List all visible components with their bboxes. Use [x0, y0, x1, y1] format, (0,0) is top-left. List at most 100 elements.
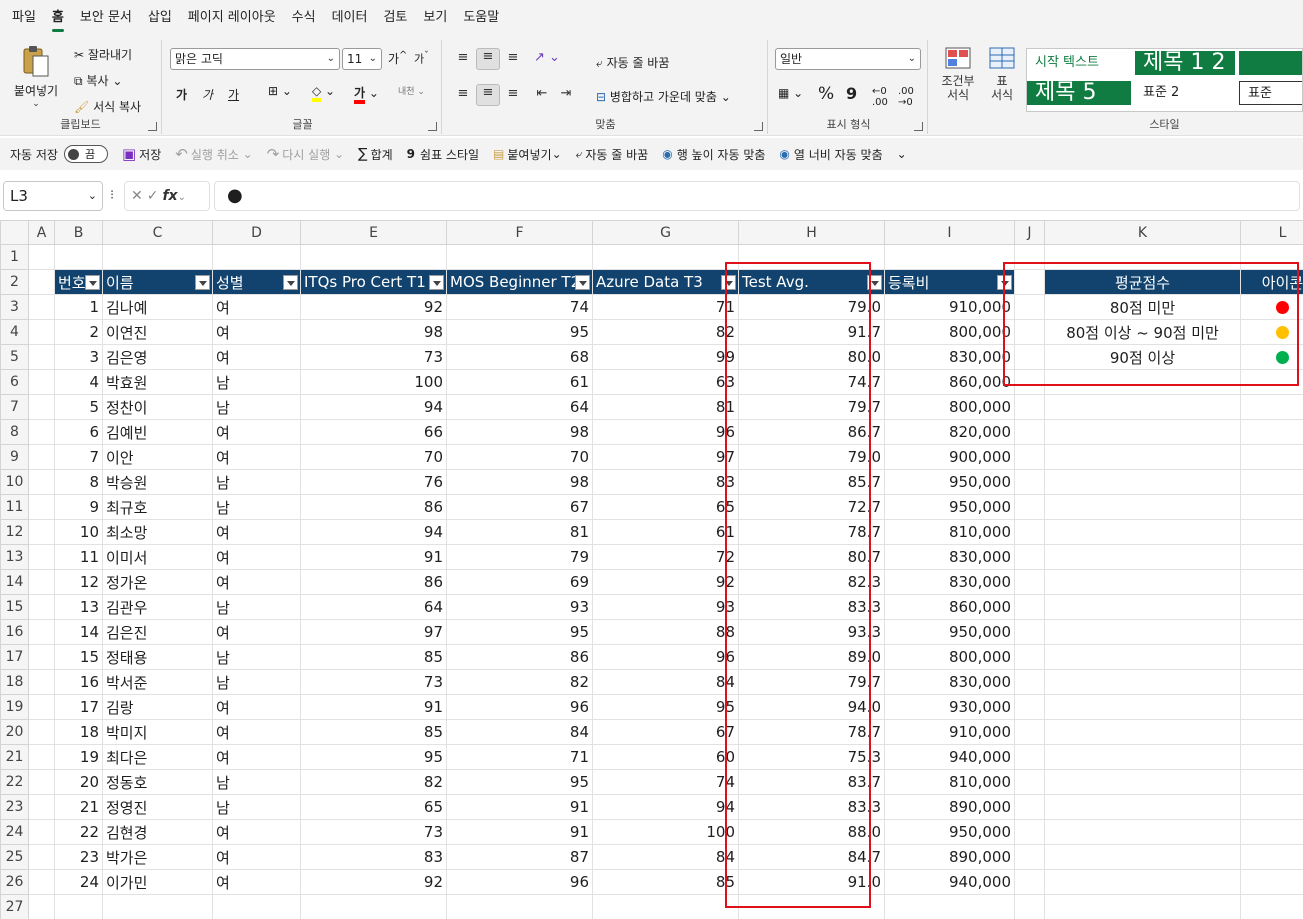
table-cell[interactable]: 김랑 [102, 694, 213, 720]
filter-dropdown-icon[interactable] [85, 275, 100, 290]
cell-J[interactable] [1014, 894, 1045, 919]
table-cell[interactable]: 이연진 [102, 319, 213, 345]
cell-L[interactable] [1240, 394, 1303, 420]
style-normal[interactable]: 표준 [1239, 81, 1302, 105]
cell-K[interactable] [1044, 444, 1241, 470]
save-button[interactable]: ▣ 저장 [122, 145, 161, 163]
table-cell[interactable]: 86 [300, 569, 447, 595]
cell-A[interactable] [28, 669, 55, 695]
legend-score-label[interactable]: 90점 이상 [1044, 344, 1241, 370]
table-cell[interactable]: 22 [54, 819, 103, 845]
cell-K[interactable] [1044, 369, 1241, 395]
table-cell[interactable]: 83 [300, 844, 447, 870]
table-cell[interactable]: 94 [300, 394, 447, 420]
table-cell[interactable]: 박승원 [102, 469, 213, 495]
table-cell[interactable]: 남 [212, 469, 301, 495]
table-cell[interactable]: 3 [54, 344, 103, 370]
row-header[interactable]: 1 [0, 244, 29, 270]
table-cell[interactable]: 8 [54, 469, 103, 495]
filter-dropdown-icon[interactable] [575, 275, 590, 290]
cell-L[interactable] [1240, 794, 1303, 820]
table-cell[interactable]: 김나예 [102, 294, 213, 320]
cell[interactable] [54, 244, 103, 270]
cell-A[interactable] [28, 244, 55, 270]
row-header[interactable]: 27 [0, 894, 29, 919]
autosum-button[interactable]: ∑ 합계 [358, 146, 393, 163]
table-header-cell[interactable]: 이름 [102, 269, 213, 295]
comma-style-button[interactable]: 9 쉼표 스타일 [407, 146, 479, 163]
menu-item-9[interactable]: 도움말 [455, 0, 507, 36]
row-header[interactable]: 15 [0, 594, 29, 620]
table-cell[interactable]: 890,000 [884, 794, 1015, 820]
table-cell[interactable]: 85 [300, 719, 447, 745]
style-heading-5[interactable]: 제목 5 [1027, 81, 1131, 105]
table-cell[interactable]: 남 [212, 769, 301, 795]
cell-K[interactable] [1044, 844, 1241, 870]
table-cell[interactable]: 이미서 [102, 544, 213, 570]
row-header[interactable]: 2 [0, 269, 29, 295]
table-cell[interactable]: 69 [446, 569, 593, 595]
table-cell[interactable]: 79.7 [738, 394, 885, 420]
format-painter-button[interactable]: 🖌 서식 복사 [74, 98, 141, 115]
table-cell[interactable]: 남 [212, 669, 301, 695]
cell-A[interactable] [28, 619, 55, 645]
table-cell[interactable]: 82 [300, 769, 447, 795]
cell-A[interactable] [28, 594, 55, 620]
table-cell[interactable]: 정가온 [102, 569, 213, 595]
row-header[interactable]: 26 [0, 869, 29, 895]
table-cell[interactable]: 9 [54, 494, 103, 520]
cell-K[interactable] [1044, 419, 1241, 445]
grow-font-button[interactable]: 가^ [388, 50, 407, 67]
table-cell[interactable]: 이가민 [102, 869, 213, 895]
legend-header-icon[interactable]: 아이콘 [1240, 269, 1303, 295]
table-cell[interactable]: 남 [212, 394, 301, 420]
table-header-cell[interactable]: 번호 [54, 269, 103, 295]
cell-A[interactable] [28, 569, 55, 595]
cell[interactable] [300, 894, 447, 919]
legend-icon-cell[interactable] [1240, 319, 1303, 345]
table-cell[interactable]: 60 [592, 744, 739, 770]
table-cell[interactable]: 83.3 [738, 594, 885, 620]
align-center-icon[interactable]: ≡ [476, 84, 500, 106]
row-header[interactable]: 7 [0, 394, 29, 420]
row-header[interactable]: 6 [0, 369, 29, 395]
table-header-cell[interactable]: ITQs Pro Cert T1 [300, 269, 447, 295]
cell-A[interactable] [28, 869, 55, 895]
cell-L[interactable] [1240, 869, 1303, 895]
table-cell[interactable]: 최규호 [102, 494, 213, 520]
undo-button[interactable]: ↶ 실행 취소 ⌄ [175, 145, 252, 163]
cell-K[interactable] [1044, 719, 1241, 745]
autosave-toggle[interactable]: 자동 저장 끔 [10, 145, 108, 163]
table-cell[interactable]: 여 [212, 444, 301, 470]
table-cell[interactable]: 79.7 [738, 669, 885, 695]
legend-icon-cell[interactable] [1240, 344, 1303, 370]
cell-A[interactable] [28, 769, 55, 795]
table-cell[interactable]: 97 [592, 444, 739, 470]
table-cell[interactable]: 65 [300, 794, 447, 820]
table-cell[interactable]: 86 [446, 644, 593, 670]
cell-J[interactable] [1014, 819, 1045, 845]
conditional-format-button[interactable]: 조건부 서식 [936, 46, 980, 102]
table-cell[interactable]: 남 [212, 594, 301, 620]
table-cell[interactable]: 김관우 [102, 594, 213, 620]
cell-L[interactable] [1240, 469, 1303, 495]
cell-L[interactable] [1240, 669, 1303, 695]
cell-A[interactable] [28, 644, 55, 670]
table-cell[interactable]: 79 [446, 544, 593, 570]
table-cell[interactable]: 18 [54, 719, 103, 745]
column-header-H[interactable]: H [738, 220, 885, 245]
style-green-fill[interactable] [1239, 51, 1302, 75]
style-heading-12[interactable]: 제목 1 2 [1135, 51, 1235, 75]
table-cell[interactable]: 김은진 [102, 619, 213, 645]
row-header[interactable]: 23 [0, 794, 29, 820]
table-cell[interactable]: 85.7 [738, 469, 885, 495]
decrease-decimal-icon[interactable]: .00 →0 [898, 86, 914, 108]
table-cell[interactable]: 95 [446, 319, 593, 345]
table-header-cell[interactable]: Test Avg. [738, 269, 885, 295]
insert-function-icon[interactable]: fx [162, 188, 177, 204]
number-format-select[interactable]: 일반 ⌄ [775, 48, 921, 70]
bold-button[interactable]: 가 [176, 86, 187, 103]
table-cell[interactable]: 100 [592, 819, 739, 845]
table-cell[interactable]: 15 [54, 644, 103, 670]
table-cell[interactable]: 95 [446, 619, 593, 645]
